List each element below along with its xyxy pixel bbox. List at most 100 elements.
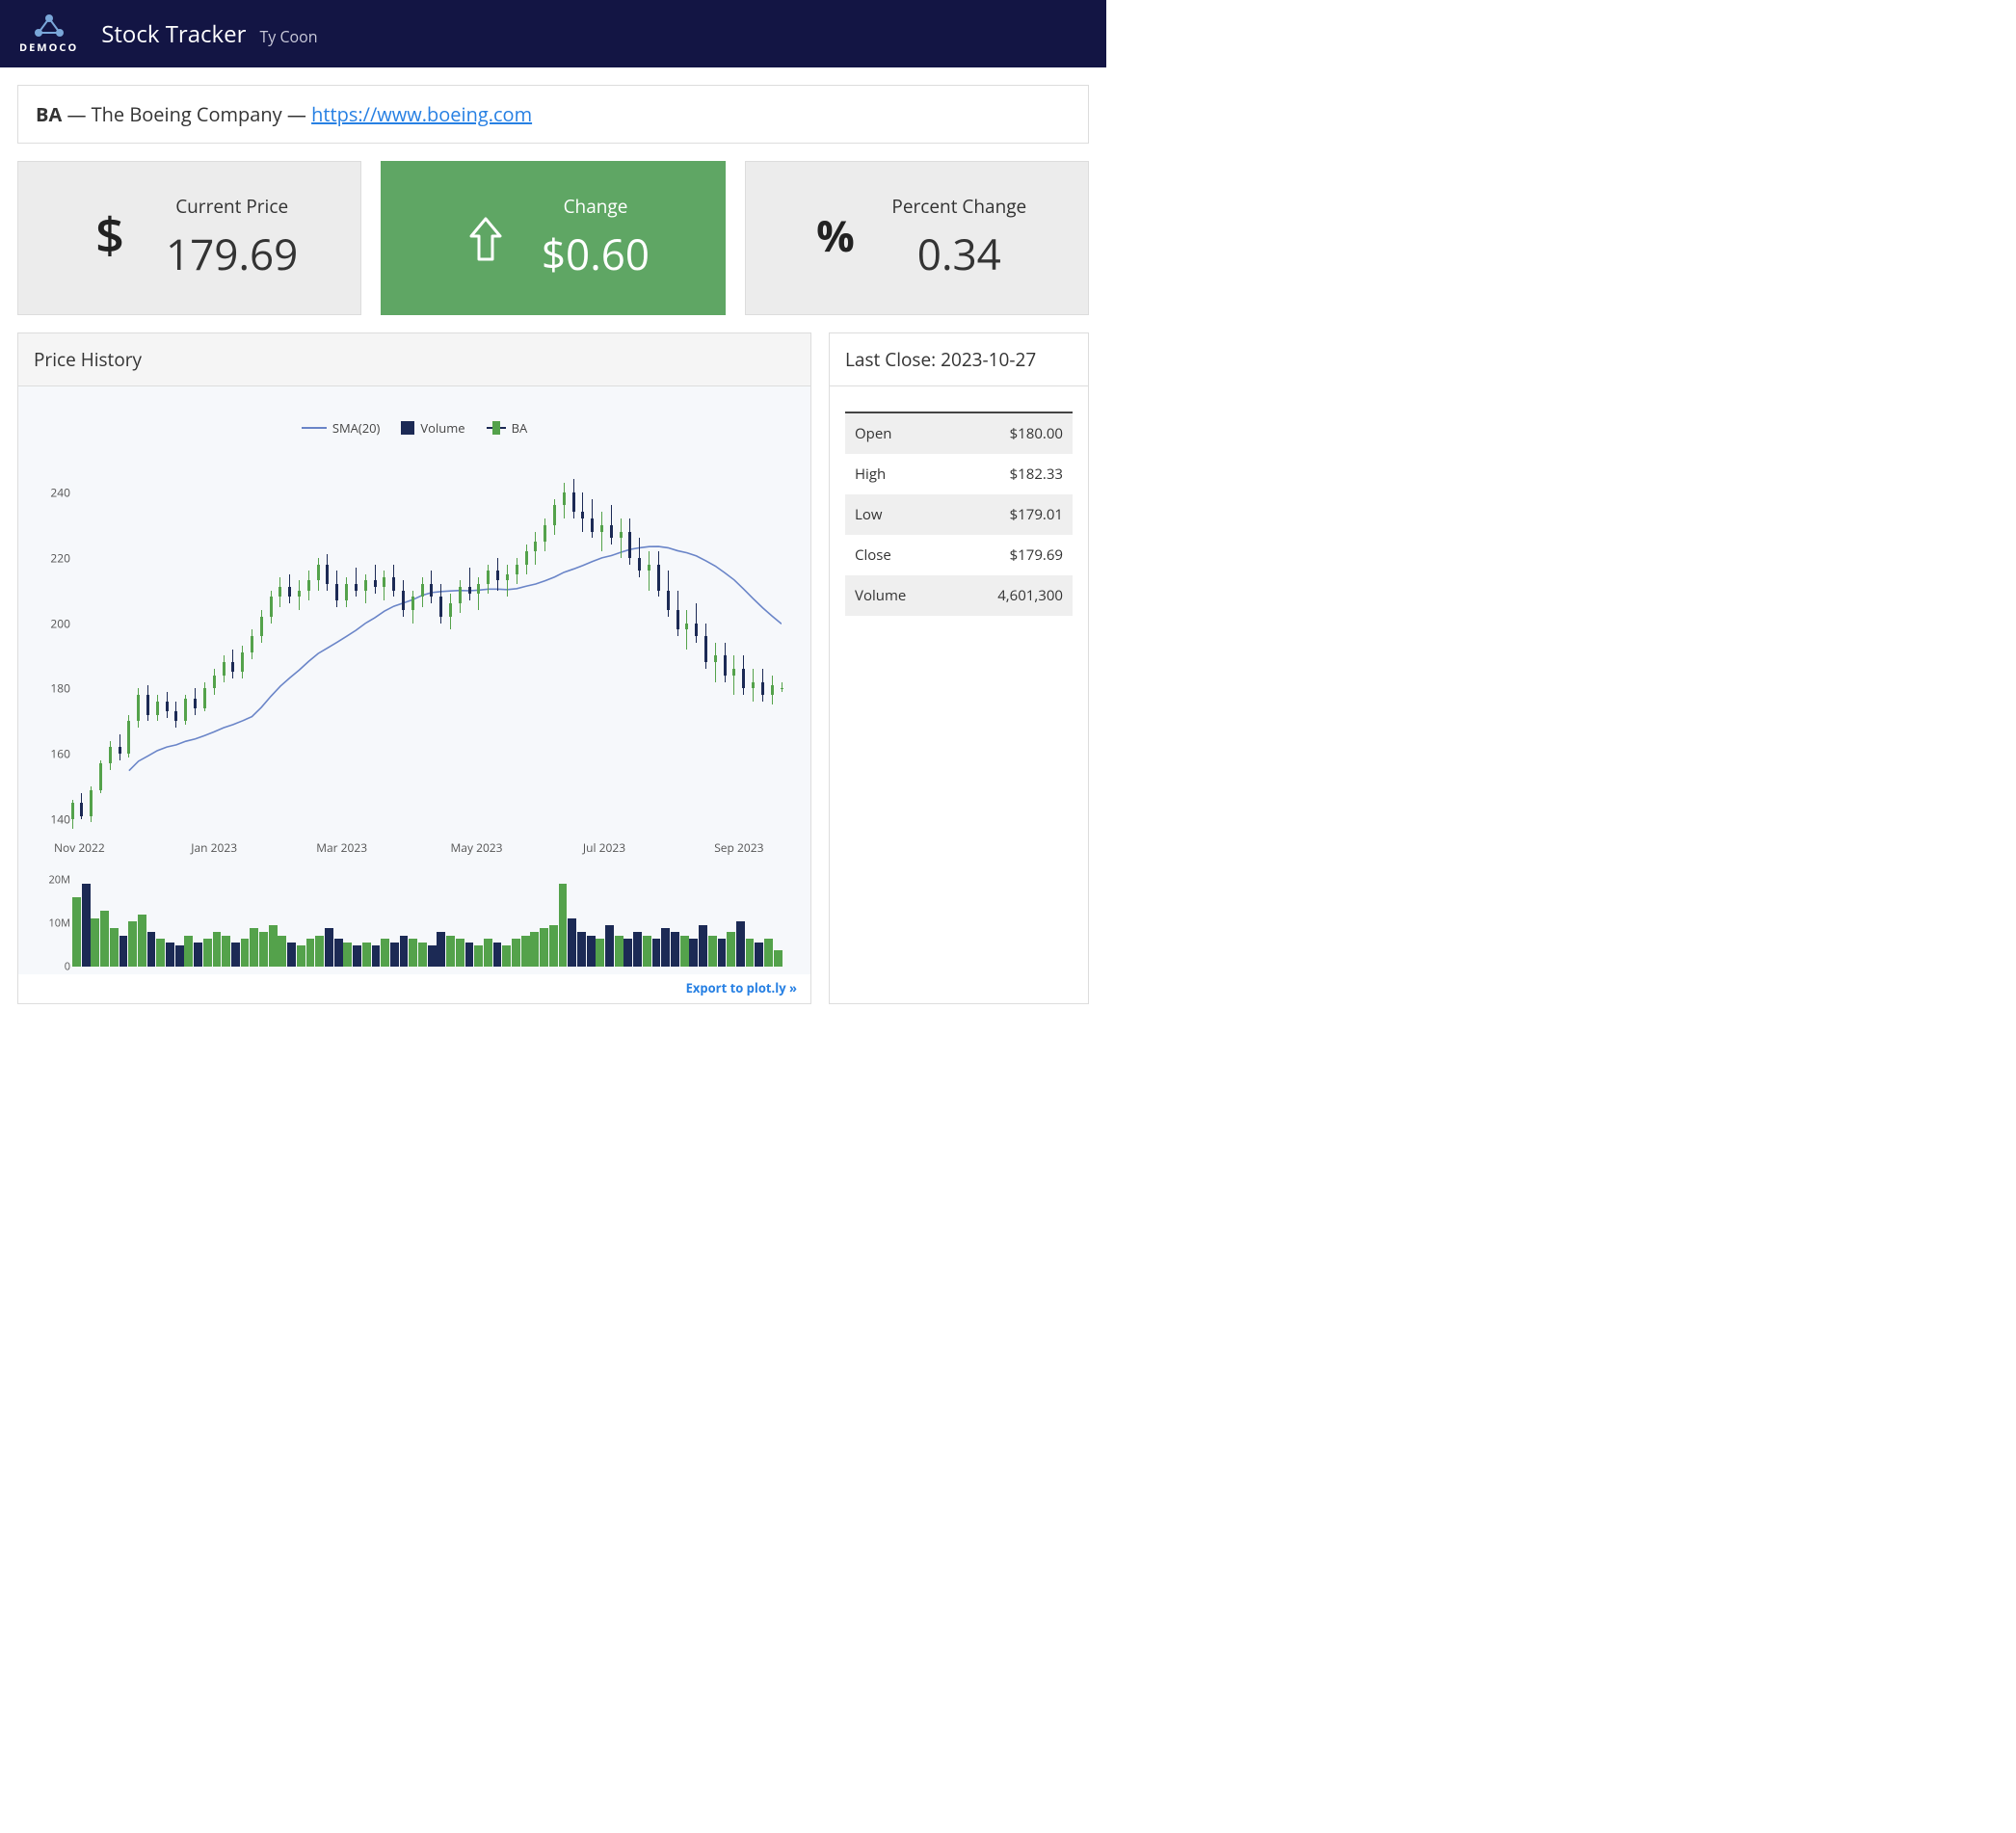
volume-bar[interactable] bbox=[222, 936, 230, 967]
candle[interactable] bbox=[392, 565, 395, 598]
candle[interactable] bbox=[270, 591, 273, 624]
candle[interactable] bbox=[638, 538, 641, 577]
candle[interactable] bbox=[516, 558, 518, 584]
volume-bar[interactable] bbox=[530, 932, 539, 967]
volume-bar[interactable] bbox=[774, 950, 783, 967]
legend-ticker[interactable]: BA bbox=[487, 419, 528, 437]
candle[interactable] bbox=[119, 734, 121, 760]
candle[interactable] bbox=[288, 574, 291, 604]
volume-bar[interactable] bbox=[325, 928, 333, 967]
candle[interactable] bbox=[137, 688, 140, 728]
volume-bar[interactable] bbox=[175, 945, 184, 967]
candle[interactable] bbox=[610, 505, 613, 545]
candle[interactable] bbox=[695, 603, 698, 643]
volume-bar[interactable] bbox=[259, 932, 268, 967]
candle[interactable] bbox=[732, 655, 735, 695]
candle[interactable] bbox=[704, 624, 707, 669]
candle[interactable] bbox=[298, 580, 301, 610]
candle[interactable] bbox=[600, 512, 603, 551]
volume-bar[interactable] bbox=[353, 945, 361, 967]
candle[interactable] bbox=[563, 483, 566, 518]
candle[interactable] bbox=[544, 518, 546, 551]
volume-bar[interactable] bbox=[418, 943, 427, 967]
volume-bar[interactable] bbox=[605, 925, 614, 967]
volume-bar[interactable] bbox=[91, 918, 99, 967]
volume-bar[interactable] bbox=[736, 921, 745, 967]
candle[interactable] bbox=[156, 695, 159, 721]
candle[interactable] bbox=[203, 682, 206, 712]
candle[interactable] bbox=[174, 702, 177, 728]
candle[interactable] bbox=[345, 577, 348, 607]
candle[interactable] bbox=[411, 591, 414, 624]
volume-bar[interactable] bbox=[661, 928, 670, 967]
volume-bar[interactable] bbox=[633, 932, 642, 967]
candle[interactable] bbox=[591, 499, 594, 539]
volume-bar[interactable] bbox=[213, 932, 222, 967]
volume-bar[interactable] bbox=[241, 939, 250, 967]
volume-bar[interactable] bbox=[128, 921, 137, 967]
candle[interactable] bbox=[439, 584, 442, 624]
volume-bar[interactable] bbox=[623, 939, 632, 967]
volume-bar[interactable] bbox=[540, 928, 548, 967]
volume-bar[interactable] bbox=[559, 884, 568, 967]
candle[interactable] bbox=[317, 558, 320, 591]
candle[interactable] bbox=[676, 591, 679, 636]
volume-chart[interactable]: 010M20M bbox=[72, 880, 782, 967]
volume-bar[interactable] bbox=[689, 939, 698, 967]
volume-bar[interactable] bbox=[100, 911, 109, 967]
candle[interactable] bbox=[184, 695, 187, 725]
candle[interactable] bbox=[487, 565, 490, 595]
volume-bar[interactable] bbox=[372, 945, 381, 967]
candle[interactable] bbox=[534, 532, 537, 565]
candle[interactable] bbox=[714, 643, 717, 682]
volume-bar[interactable] bbox=[194, 943, 202, 967]
volume-bar[interactable] bbox=[409, 939, 417, 967]
candle[interactable] bbox=[581, 492, 584, 532]
candle[interactable] bbox=[231, 650, 234, 679]
volume-bar[interactable] bbox=[138, 915, 146, 967]
candle[interactable] bbox=[628, 518, 631, 564]
volume-bar[interactable] bbox=[746, 939, 755, 967]
candle[interactable] bbox=[761, 669, 764, 702]
candle[interactable] bbox=[620, 518, 623, 558]
legend-volume[interactable]: Volume bbox=[401, 419, 464, 437]
candle[interactable] bbox=[449, 594, 452, 629]
volume-bar[interactable] bbox=[82, 884, 91, 967]
candle[interactable] bbox=[667, 571, 670, 616]
candle[interactable] bbox=[213, 669, 216, 695]
candle[interactable] bbox=[685, 610, 688, 650]
volume-bar[interactable] bbox=[456, 939, 464, 967]
candle[interactable] bbox=[71, 800, 74, 830]
candle[interactable] bbox=[127, 715, 130, 757]
candle[interactable] bbox=[194, 688, 197, 714]
sma-line[interactable] bbox=[129, 546, 782, 771]
candle[interactable] bbox=[307, 571, 310, 600]
volume-bar[interactable] bbox=[278, 936, 286, 967]
candle[interactable] bbox=[506, 565, 509, 598]
volume-bar[interactable] bbox=[428, 945, 437, 967]
volume-bar[interactable] bbox=[652, 939, 661, 967]
volume-bar[interactable] bbox=[484, 939, 492, 967]
volume-bar[interactable] bbox=[643, 936, 651, 967]
volume-bar[interactable] bbox=[203, 939, 212, 967]
candle[interactable] bbox=[553, 499, 556, 535]
candle[interactable] bbox=[477, 577, 480, 610]
chart-body[interactable]: SMA(20) Volume BA 140160180200220240 Nov… bbox=[18, 386, 810, 974]
candle[interactable] bbox=[90, 786, 93, 822]
candle[interactable] bbox=[648, 551, 650, 591]
volume-bar[interactable] bbox=[250, 928, 258, 967]
candle[interactable] bbox=[99, 760, 102, 793]
company-url-link[interactable]: https://www.boeing.com bbox=[311, 101, 532, 127]
volume-bar[interactable] bbox=[596, 939, 604, 967]
volume-bar[interactable] bbox=[615, 936, 623, 967]
volume-bar[interactable] bbox=[287, 943, 296, 967]
candle[interactable] bbox=[374, 565, 377, 595]
candle[interactable] bbox=[166, 692, 169, 718]
candle[interactable] bbox=[80, 793, 83, 819]
volume-bar[interactable] bbox=[334, 939, 343, 967]
volume-bar[interactable] bbox=[549, 925, 558, 967]
candle[interactable] bbox=[657, 551, 660, 597]
candle[interactable] bbox=[771, 676, 774, 705]
candle[interactable] bbox=[752, 669, 755, 702]
candle[interactable] bbox=[724, 643, 727, 682]
